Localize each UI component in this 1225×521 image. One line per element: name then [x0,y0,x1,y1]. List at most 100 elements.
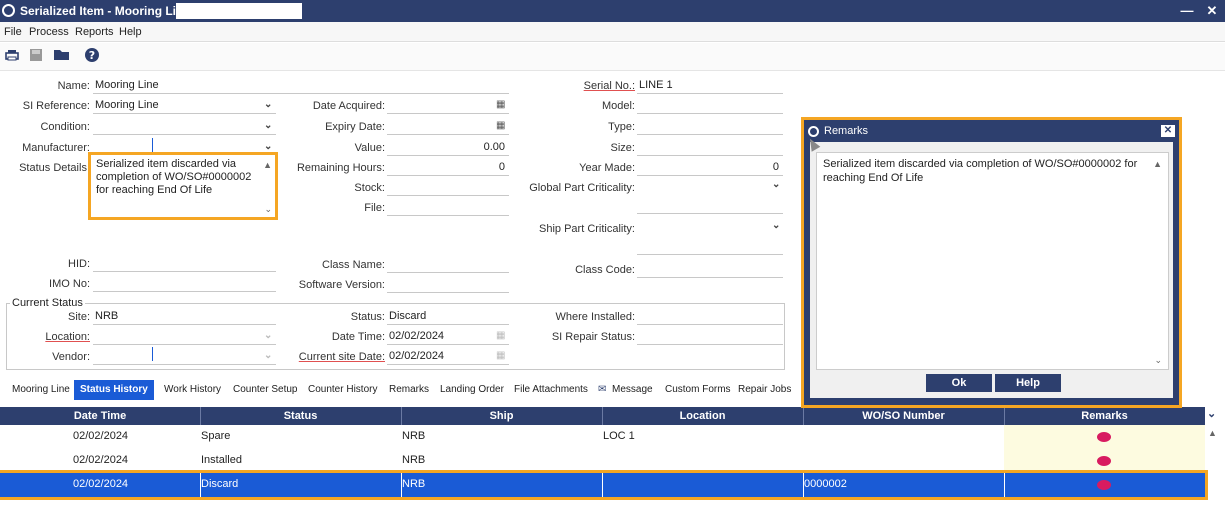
si-repair-status-field[interactable] [637,329,783,345]
status-field[interactable]: Discard [387,309,509,325]
type-field[interactable] [637,119,783,135]
calendar-icon[interactable]: ▦ [496,120,505,131]
global-part-criticality-select[interactable] [637,198,783,214]
tab-counter-history[interactable]: Counter History [308,380,377,400]
tab-landing-order[interactable]: Landing Order [440,380,504,400]
calendar-icon[interactable]: ▦ [496,99,505,110]
comment-icon[interactable] [1097,432,1111,442]
scroll-down-icon[interactable]: ⌄ [264,203,272,216]
stock-label: Stock: [354,182,385,194]
status-label: Status: [350,311,385,323]
title-bar: Serialized Item - Mooring Line - — ✕ [0,0,1225,22]
menu-reports[interactable]: Reports [75,26,114,38]
chevron-down-icon[interactable]: ⌄ [264,99,272,110]
tab-work-history[interactable]: Work History [164,380,221,400]
minimize-button[interactable]: — [1178,2,1196,20]
model-label: Model: [601,100,635,112]
chevron-down-icon[interactable]: ⌄ [264,120,272,131]
size-field[interactable] [637,140,783,156]
site-label: Site: [67,311,90,323]
expiry-date-field[interactable] [387,119,509,135]
table-row-selected[interactable]: 02/02/2024 Discard NRB 0000002 [0,470,1208,500]
where-installed-field[interactable] [637,309,783,325]
column-header-status[interactable]: Status [200,410,401,422]
class-code-field[interactable] [637,262,783,278]
print-icon[interactable] [2,47,22,67]
scroll-down-icon[interactable]: ⌄ [1154,353,1162,367]
scroll-up-icon[interactable]: ▲ [1208,428,1217,438]
hid-field[interactable] [93,256,276,272]
chevron-down-icon[interactable]: ⌄ [264,330,272,341]
serial-no-field[interactable]: LINE 1 [637,78,783,94]
chevron-down-icon[interactable]: ⌄ [772,179,780,190]
remaining-hours-field[interactable]: 0 [387,160,509,176]
file-field[interactable] [387,200,509,216]
scroll-up-icon[interactable]: ▲ [1153,157,1162,171]
save-icon[interactable] [26,47,46,67]
tab-counter-setup[interactable]: Counter Setup [233,380,298,400]
menu-process[interactable]: Process [29,26,69,38]
help-button[interactable]: Help [995,374,1061,392]
scroll-up-icon[interactable]: ▲ [263,159,272,172]
vendor-select[interactable] [93,349,276,365]
help-icon[interactable]: ? [82,47,102,67]
calendar-icon[interactable]: ▦ [496,330,505,341]
ship-part-criticality-label: Ship Part Criticality: [539,223,635,235]
table-row[interactable]: 02/02/2024 Spare NRB LOC 1 [0,425,1205,449]
column-header-location[interactable]: Location [602,410,803,422]
tab-custom-forms[interactable]: Custom Forms [665,380,731,400]
comment-icon[interactable] [1097,480,1111,490]
chevron-down-icon[interactable]: ⌄ [1207,407,1216,420]
status-details-text: Serialized item discarded via completion… [96,158,252,196]
condition-select[interactable] [93,119,276,135]
name-field[interactable]: Mooring Line [93,78,509,94]
cell-remarks[interactable] [1004,425,1205,449]
si-reference-select[interactable]: Mooring Line [93,98,276,114]
year-made-field[interactable]: 0 [637,160,783,176]
chevron-down-icon[interactable]: ⌄ [772,220,780,231]
column-header-date-time[interactable]: Date Time [0,410,200,422]
chevron-down-icon[interactable]: ⌄ [264,141,272,152]
software-version-label: Software Version: [298,279,385,291]
year-made-label: Year Made: [579,162,635,174]
remarks-dialog-titlebar[interactable]: Remarks ✕ [804,120,1179,142]
tab-mooring-line[interactable]: Mooring Line [12,380,70,400]
menu-file[interactable]: File [4,26,22,38]
cell-remarks[interactable] [1004,449,1205,473]
current-site-date-field[interactable]: 02/02/2024 [387,349,509,365]
tab-status-history[interactable]: Status History [74,380,154,400]
stock-field[interactable] [387,180,509,196]
table-row[interactable]: 02/02/2024 Installed NRB [0,449,1205,473]
date-acquired-field[interactable] [387,98,509,114]
comment-icon[interactable] [1097,456,1111,466]
calendar-icon[interactable]: ▦ [496,350,505,361]
cell-location: LOC 1 [603,430,635,442]
tab-file-attachments[interactable]: File Attachments [514,380,588,400]
tab-message[interactable]: Message [612,380,653,400]
menu-help[interactable]: Help [119,26,142,38]
tab-repair-jobs[interactable]: Repair Jobs [738,380,791,400]
date-time-field[interactable]: 02/02/2024 [387,329,509,345]
class-name-field[interactable] [387,257,509,273]
remarks-textarea[interactable]: Serialized item discarded via completion… [816,152,1169,370]
column-header-ship[interactable]: Ship [401,410,602,422]
status-details-textarea[interactable]: Serialized item discarded via completion… [88,152,278,220]
close-button[interactable]: ✕ [1203,2,1221,20]
model-field[interactable] [637,98,783,114]
folder-icon[interactable] [52,47,72,67]
value-label: Value: [354,142,385,154]
ship-part-criticality-select[interactable] [637,239,783,255]
location-select[interactable] [93,329,276,345]
tab-remarks[interactable]: Remarks [389,380,429,400]
value-field[interactable]: 0.00 [387,140,509,156]
ok-button[interactable]: Ok [926,374,992,392]
site-field[interactable]: NRB [93,309,276,325]
column-header-remarks[interactable]: Remarks [1004,410,1205,422]
imo-no-label: IMO No: [49,278,90,290]
column-header-wo-so-number[interactable]: WO/SO Number [803,410,1004,422]
software-version-field[interactable] [387,277,509,293]
imo-no-field[interactable] [93,276,276,292]
chevron-down-icon[interactable]: ⌄ [264,350,272,361]
condition-label: Condition: [40,121,90,133]
close-icon[interactable]: ✕ [1161,125,1175,137]
